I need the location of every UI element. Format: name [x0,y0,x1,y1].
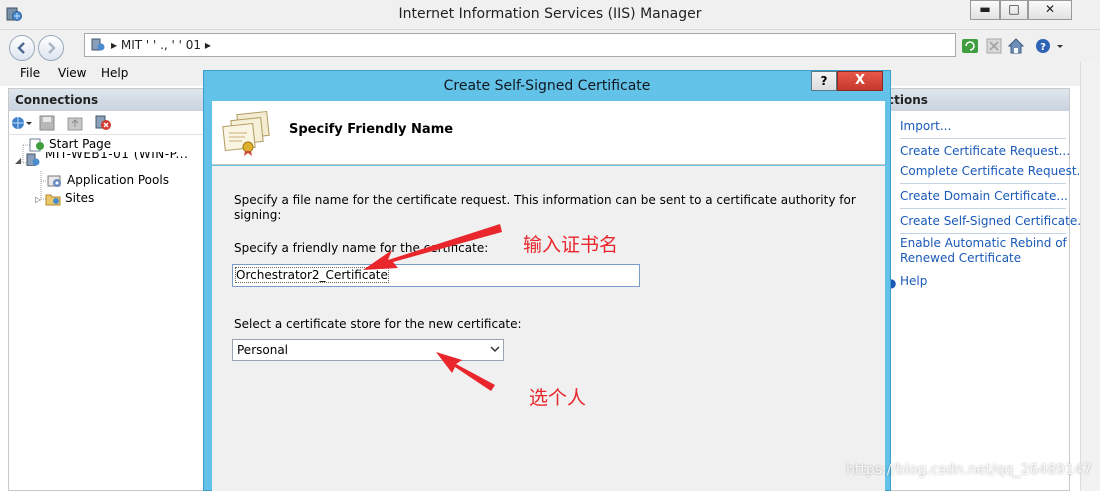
tree-label-app-pools: Application Pools [67,173,169,187]
sites-folder-icon [45,194,61,205]
actions-header: ctions [885,89,1069,111]
home-icon[interactable] [1007,37,1025,55]
annotation-friendly-name: 输入证书名 [523,234,619,256]
action-create-self-signed-cert[interactable]: Create Self-Signed Certificate... [900,214,1089,229]
stop-icon[interactable] [985,37,1003,55]
create-self-signed-cert-dialog: Create Self-Signed Certificate ? X Speci… [203,70,891,491]
watermark-text: https://blog.csdn.net/qq_26489147 [846,462,1092,478]
back-button[interactable] [9,35,35,61]
connections-header: Connections [9,89,207,111]
description-line-2: signing: [234,208,282,222]
action-divider [900,138,1066,139]
actions-panel: ctions Import... Create Certificate Requ… [884,88,1089,491]
action-import[interactable]: Import... [900,119,951,134]
action-renewed-cert[interactable]: Renewed Certificate [900,251,1021,266]
connections-panel: Connections Start Page ◢ MIT-WEB1-01 (WIN… [8,88,208,491]
app-pools-icon [47,175,61,187]
action-complete-cert-request[interactable]: Complete Certificate Request... [900,164,1088,179]
start-page-icon [29,138,44,151]
server-icon [91,38,105,51]
action-create-cert-request[interactable]: Create Certificate Request... [900,144,1070,159]
dropdown-chevron-icon [490,342,500,359]
tree-label-start-page: Start Page [49,137,112,151]
address-toolbar: ▸ MIT ' ' ., ' ' 01 ▸ ? [0,30,1100,62]
vertical-scrollbar[interactable] [1080,62,1100,491]
action-divider [900,208,1066,209]
cert-store-label: Select a certificate store for the new c… [234,317,522,331]
tree-item-server[interactable]: ◢ MIT-WEB1-01 (WIN-P... [15,152,205,166]
server-node-icon [26,153,40,166]
forward-button[interactable] [38,35,64,61]
close-window-button[interactable]: ✕ [1028,0,1072,20]
refresh-icon[interactable] [961,37,979,55]
tree-label-server: MIT-WEB1-01 (WIN-P... [45,152,189,161]
description-line-1: Specify a file name for the certificate … [234,193,856,207]
friendly-name-value: Orchestrator2_Certificate [235,267,389,283]
annotation-store: 选个人 [529,387,587,409]
friendly-name-label: Specify a friendly name for the certific… [234,241,489,255]
up-level-icon[interactable] [67,115,83,134]
window-title: Internet Information Services (IIS) Mana… [398,6,702,22]
expand-triangle-icon[interactable]: ▷ [35,195,45,204]
action-enable-auto-rebind[interactable]: Enable Automatic Rebind of [900,236,1067,251]
tree-item-start-page[interactable]: Start Page [29,137,111,152]
action-create-domain-cert[interactable]: Create Domain Certificate... [900,189,1068,204]
dialog-close-button[interactable]: X [837,71,883,91]
maximize-button[interactable]: □ [1000,0,1028,20]
tree-item-sites[interactable]: ▷ Sites [35,191,94,206]
back-arrow-icon [17,42,25,54]
address-path: ▸ MIT ' ' ., ' ' 01 ▸ [111,38,211,52]
menu-file[interactable]: File [20,66,40,80]
save-icon[interactable] [39,115,55,134]
dialog-help-button[interactable]: ? [811,71,837,91]
minimize-button[interactable]: ▬ [970,0,1000,20]
disconnect-icon[interactable] [95,115,113,134]
svg-text:?: ? [1040,42,1046,53]
tree-label-sites: Sites [65,191,95,205]
address-bar[interactable]: ▸ MIT ' ' ., ' ' 01 ▸ [84,33,956,57]
dialog-header: Specify Friendly Name [212,101,885,165]
forward-arrow-icon [48,42,56,54]
help-dropdown-icon[interactable]: ? [1035,37,1053,55]
menu-view[interactable]: View [58,66,86,80]
action-divider [900,233,1066,234]
connections-toolbar [9,111,207,135]
actions-header-text: ctions [887,93,928,107]
connect-globe-icon[interactable] [11,115,33,134]
action-divider [900,183,1066,184]
chevron-down-icon[interactable] [1055,37,1065,55]
dialog-description: Specify a file name for the certificate … [234,193,856,223]
dialog-body: Specify a file name for the certificate … [212,166,885,491]
action-help[interactable]: Help [900,274,927,289]
cert-store-select[interactable]: Personal [232,339,504,361]
friendly-name-input[interactable]: Orchestrator2_Certificate [232,264,640,287]
tree-item-app-pools[interactable]: Application Pools [47,173,169,188]
menu-help[interactable]: Help [101,66,128,80]
certificate-icon [222,110,270,156]
cert-store-value: Personal [237,343,289,357]
main-titlebar: Internet Information Services (IIS) Mana… [0,0,1100,30]
dialog-heading: Specify Friendly Name [289,122,454,137]
dialog-title: Create Self-Signed Certificate [443,78,651,94]
collapse-triangle-icon[interactable]: ◢ [15,156,25,165]
